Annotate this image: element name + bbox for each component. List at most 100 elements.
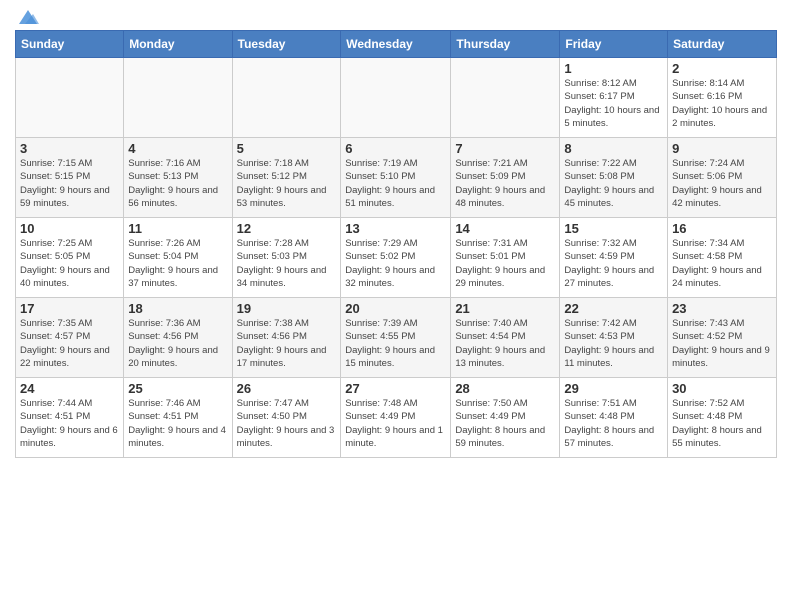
calendar-cell: 26Sunrise: 7:47 AM Sunset: 4:50 PM Dayli…: [232, 378, 341, 458]
day-number: 9: [672, 141, 772, 156]
day-number: 30: [672, 381, 772, 396]
day-info: Sunrise: 7:26 AM Sunset: 5:04 PM Dayligh…: [128, 237, 227, 290]
calendar-cell: 18Sunrise: 7:36 AM Sunset: 4:56 PM Dayli…: [124, 298, 232, 378]
day-info: Sunrise: 7:16 AM Sunset: 5:13 PM Dayligh…: [128, 157, 227, 210]
calendar-cell: 17Sunrise: 7:35 AM Sunset: 4:57 PM Dayli…: [16, 298, 124, 378]
day-info: Sunrise: 7:22 AM Sunset: 5:08 PM Dayligh…: [564, 157, 663, 210]
day-number: 11: [128, 221, 227, 236]
calendar-cell: 23Sunrise: 7:43 AM Sunset: 4:52 PM Dayli…: [668, 298, 777, 378]
calendar-cell: 6Sunrise: 7:19 AM Sunset: 5:10 PM Daylig…: [341, 138, 451, 218]
day-number: 12: [237, 221, 337, 236]
calendar-cell: 27Sunrise: 7:48 AM Sunset: 4:49 PM Dayli…: [341, 378, 451, 458]
calendar-cell: 25Sunrise: 7:46 AM Sunset: 4:51 PM Dayli…: [124, 378, 232, 458]
day-info: Sunrise: 7:25 AM Sunset: 5:05 PM Dayligh…: [20, 237, 119, 290]
calendar-cell: 4Sunrise: 7:16 AM Sunset: 5:13 PM Daylig…: [124, 138, 232, 218]
calendar-row: 24Sunrise: 7:44 AM Sunset: 4:51 PM Dayli…: [16, 378, 777, 458]
calendar-cell: 24Sunrise: 7:44 AM Sunset: 4:51 PM Dayli…: [16, 378, 124, 458]
day-info: Sunrise: 7:34 AM Sunset: 4:58 PM Dayligh…: [672, 237, 772, 290]
day-number: 16: [672, 221, 772, 236]
day-info: Sunrise: 7:18 AM Sunset: 5:12 PM Dayligh…: [237, 157, 337, 210]
day-number: 4: [128, 141, 227, 156]
calendar-row: 10Sunrise: 7:25 AM Sunset: 5:05 PM Dayli…: [16, 218, 777, 298]
calendar-cell: 21Sunrise: 7:40 AM Sunset: 4:54 PM Dayli…: [451, 298, 560, 378]
weekday-header-cell: Thursday: [451, 31, 560, 58]
day-info: Sunrise: 7:42 AM Sunset: 4:53 PM Dayligh…: [564, 317, 663, 370]
day-info: Sunrise: 8:12 AM Sunset: 6:17 PM Dayligh…: [564, 77, 663, 130]
calendar-cell: 19Sunrise: 7:38 AM Sunset: 4:56 PM Dayli…: [232, 298, 341, 378]
weekday-header-cell: Tuesday: [232, 31, 341, 58]
day-number: 24: [20, 381, 119, 396]
logo: [15, 10, 39, 22]
weekday-header-row: SundayMondayTuesdayWednesdayThursdayFrid…: [16, 31, 777, 58]
weekday-header-cell: Friday: [560, 31, 668, 58]
calendar-cell: 3Sunrise: 7:15 AM Sunset: 5:15 PM Daylig…: [16, 138, 124, 218]
day-info: Sunrise: 7:19 AM Sunset: 5:10 PM Dayligh…: [345, 157, 446, 210]
day-number: 21: [455, 301, 555, 316]
calendar-row: 17Sunrise: 7:35 AM Sunset: 4:57 PM Dayli…: [16, 298, 777, 378]
weekday-header-cell: Sunday: [16, 31, 124, 58]
day-number: 10: [20, 221, 119, 236]
calendar-cell: 7Sunrise: 7:21 AM Sunset: 5:09 PM Daylig…: [451, 138, 560, 218]
day-info: Sunrise: 8:14 AM Sunset: 6:16 PM Dayligh…: [672, 77, 772, 130]
calendar-cell: 10Sunrise: 7:25 AM Sunset: 5:05 PM Dayli…: [16, 218, 124, 298]
day-info: Sunrise: 7:52 AM Sunset: 4:48 PM Dayligh…: [672, 397, 772, 450]
header: [15, 10, 777, 22]
calendar-cell: 11Sunrise: 7:26 AM Sunset: 5:04 PM Dayli…: [124, 218, 232, 298]
calendar-cell: 20Sunrise: 7:39 AM Sunset: 4:55 PM Dayli…: [341, 298, 451, 378]
day-number: 28: [455, 381, 555, 396]
day-info: Sunrise: 7:15 AM Sunset: 5:15 PM Dayligh…: [20, 157, 119, 210]
page: SundayMondayTuesdayWednesdayThursdayFrid…: [0, 0, 792, 612]
calendar-cell: 14Sunrise: 7:31 AM Sunset: 5:01 PM Dayli…: [451, 218, 560, 298]
day-number: 17: [20, 301, 119, 316]
day-info: Sunrise: 7:50 AM Sunset: 4:49 PM Dayligh…: [455, 397, 555, 450]
calendar-cell: 22Sunrise: 7:42 AM Sunset: 4:53 PM Dayli…: [560, 298, 668, 378]
day-number: 2: [672, 61, 772, 76]
calendar-cell: 15Sunrise: 7:32 AM Sunset: 4:59 PM Dayli…: [560, 218, 668, 298]
day-number: 19: [237, 301, 337, 316]
day-info: Sunrise: 7:31 AM Sunset: 5:01 PM Dayligh…: [455, 237, 555, 290]
day-info: Sunrise: 7:39 AM Sunset: 4:55 PM Dayligh…: [345, 317, 446, 370]
calendar-cell: 8Sunrise: 7:22 AM Sunset: 5:08 PM Daylig…: [560, 138, 668, 218]
day-info: Sunrise: 7:29 AM Sunset: 5:02 PM Dayligh…: [345, 237, 446, 290]
day-number: 20: [345, 301, 446, 316]
day-info: Sunrise: 7:32 AM Sunset: 4:59 PM Dayligh…: [564, 237, 663, 290]
day-info: Sunrise: 7:46 AM Sunset: 4:51 PM Dayligh…: [128, 397, 227, 450]
day-info: Sunrise: 7:51 AM Sunset: 4:48 PM Dayligh…: [564, 397, 663, 450]
day-info: Sunrise: 7:38 AM Sunset: 4:56 PM Dayligh…: [237, 317, 337, 370]
day-info: Sunrise: 7:44 AM Sunset: 4:51 PM Dayligh…: [20, 397, 119, 450]
day-number: 29: [564, 381, 663, 396]
weekday-header-cell: Saturday: [668, 31, 777, 58]
calendar-cell: 30Sunrise: 7:52 AM Sunset: 4:48 PM Dayli…: [668, 378, 777, 458]
calendar-cell: 29Sunrise: 7:51 AM Sunset: 4:48 PM Dayli…: [560, 378, 668, 458]
day-info: Sunrise: 7:24 AM Sunset: 5:06 PM Dayligh…: [672, 157, 772, 210]
day-info: Sunrise: 7:28 AM Sunset: 5:03 PM Dayligh…: [237, 237, 337, 290]
day-number: 25: [128, 381, 227, 396]
calendar-cell: 16Sunrise: 7:34 AM Sunset: 4:58 PM Dayli…: [668, 218, 777, 298]
weekday-header-cell: Monday: [124, 31, 232, 58]
day-info: Sunrise: 7:21 AM Sunset: 5:09 PM Dayligh…: [455, 157, 555, 210]
day-number: 18: [128, 301, 227, 316]
calendar-row: 3Sunrise: 7:15 AM Sunset: 5:15 PM Daylig…: [16, 138, 777, 218]
weekday-header-cell: Wednesday: [341, 31, 451, 58]
day-number: 26: [237, 381, 337, 396]
day-info: Sunrise: 7:36 AM Sunset: 4:56 PM Dayligh…: [128, 317, 227, 370]
calendar-cell: 2Sunrise: 8:14 AM Sunset: 6:16 PM Daylig…: [668, 58, 777, 138]
calendar-cell: 1Sunrise: 8:12 AM Sunset: 6:17 PM Daylig…: [560, 58, 668, 138]
calendar-cell: [232, 58, 341, 138]
calendar-cell: 28Sunrise: 7:50 AM Sunset: 4:49 PM Dayli…: [451, 378, 560, 458]
day-number: 7: [455, 141, 555, 156]
day-number: 13: [345, 221, 446, 236]
day-info: Sunrise: 7:47 AM Sunset: 4:50 PM Dayligh…: [237, 397, 337, 450]
day-number: 14: [455, 221, 555, 236]
day-number: 5: [237, 141, 337, 156]
day-info: Sunrise: 7:35 AM Sunset: 4:57 PM Dayligh…: [20, 317, 119, 370]
calendar-row: 1Sunrise: 8:12 AM Sunset: 6:17 PM Daylig…: [16, 58, 777, 138]
calendar-cell: 13Sunrise: 7:29 AM Sunset: 5:02 PM Dayli…: [341, 218, 451, 298]
day-info: Sunrise: 7:40 AM Sunset: 4:54 PM Dayligh…: [455, 317, 555, 370]
calendar-cell: 5Sunrise: 7:18 AM Sunset: 5:12 PM Daylig…: [232, 138, 341, 218]
day-number: 6: [345, 141, 446, 156]
calendar-cell: [124, 58, 232, 138]
day-number: 22: [564, 301, 663, 316]
day-info: Sunrise: 7:43 AM Sunset: 4:52 PM Dayligh…: [672, 317, 772, 370]
day-number: 1: [564, 61, 663, 76]
